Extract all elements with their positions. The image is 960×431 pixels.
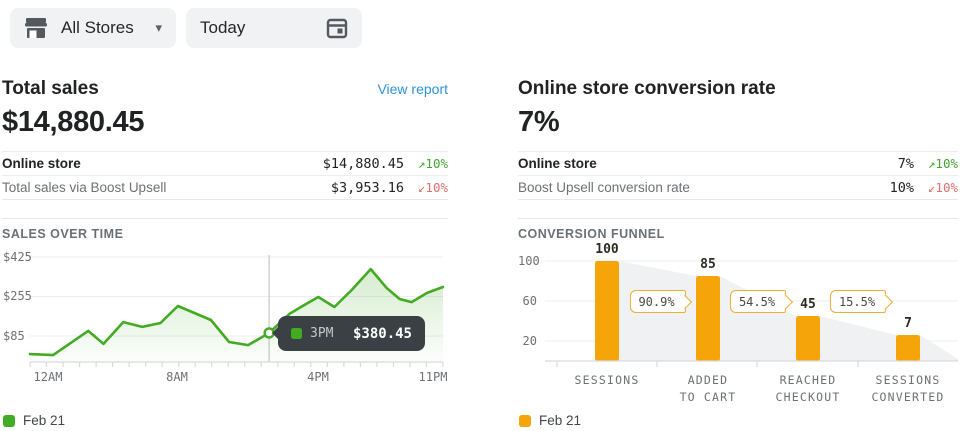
funnel-bar-value: 45 <box>800 297 816 312</box>
funnel-category-label: TO CART <box>680 390 737 404</box>
funnel-category-label: SESSIONS <box>575 373 640 387</box>
legend-label: Feb 21 <box>23 413 65 428</box>
metric-row: Boost Upsell conversion rate 10% ↙10% <box>518 175 958 199</box>
funnel-category-label: CHECKOUT <box>776 390 841 404</box>
funnel-chart-legend: Feb 21 <box>519 413 581 428</box>
metric-delta-up: ↗10% <box>914 156 958 171</box>
tooltip-series-swatch <box>291 328 302 339</box>
metric-value: $3,953.16 <box>331 180 404 196</box>
line-chart-svg <box>0 240 460 390</box>
funnel-percent-badge: 15.5% <box>830 290 886 313</box>
total-sales-value: $14,880.45 <box>2 106 144 139</box>
tooltip-time: 3PM <box>310 326 333 341</box>
x-axis-label: 4PM <box>307 370 329 384</box>
metric-value: 7% <box>898 156 914 172</box>
y-axis-label: $255 <box>3 289 32 303</box>
x-axis-label: 8AM <box>166 370 188 384</box>
metric-delta-down: ↙10% <box>914 180 958 195</box>
funnel-category-label: SESSIONS <box>876 373 941 387</box>
y-axis-label: $85 <box>3 329 25 343</box>
metric-value: $14,880.45 <box>323 156 404 172</box>
metric-label: Total sales via Boost Upsell <box>2 180 166 195</box>
chart-tooltip: 3PM $380.45 <box>278 316 425 351</box>
legend-label: Feb 21 <box>539 413 581 428</box>
y-axis-label: $425 <box>3 250 32 264</box>
legend-swatch-green <box>3 415 15 427</box>
x-axis-label: 11PM <box>419 370 448 384</box>
metric-label: Online store <box>2 156 81 171</box>
metric-label: Boost Upsell conversion rate <box>518 180 690 195</box>
metric-label: Online store <box>518 156 597 171</box>
view-report-link[interactable]: View report <box>377 81 448 97</box>
conversion-breakdown: Online store 7% ↗10% Boost Upsell conver… <box>518 151 958 200</box>
tooltip-tail <box>272 326 279 340</box>
funnel-chart-svg <box>518 240 960 390</box>
funnel-category-label: ADDED <box>688 373 729 387</box>
panel-title-total-sales: Total sales <box>2 78 99 100</box>
y-axis-label: 60 <box>518 294 537 308</box>
metric-value: 10% <box>890 180 914 196</box>
panel-title-conversion-rate: Online store conversion rate <box>518 78 776 100</box>
funnel-bar-value: 100 <box>595 242 618 257</box>
legend-swatch-orange <box>519 415 531 427</box>
sales-over-time-chart[interactable]: 3PM $380.45 Feb 21 $425 $255 $85 12AM 8AM 4PM… <box>0 240 460 431</box>
funnel-percent-badge: 54.5% <box>730 290 786 313</box>
funnel-category-label: REACHED <box>780 373 837 387</box>
section-title-conversion-funnel: CONVERSION FUNNEL <box>518 218 958 241</box>
section-title-sales-over-time: SALES OVER TIME <box>2 218 448 241</box>
y-axis-label: 100 <box>518 254 537 268</box>
tooltip-value: $380.45 <box>353 326 412 342</box>
total-sales-breakdown: Online store $14,880.45 ↗10% Total sales… <box>2 151 448 200</box>
line-chart-legend: Feb 21 <box>3 413 65 428</box>
conversion-funnel-chart[interactable]: Feb 21 100 60 20 100 SESSIONS 85 ADDED TO CART 4… <box>518 240 960 431</box>
funnel-bar-value: 7 <box>904 316 912 331</box>
x-axis-label: 12AM <box>34 370 63 384</box>
metric-delta-up: ↗10% <box>404 156 448 171</box>
funnel-bar-value: 85 <box>700 257 716 272</box>
conversion-rate-value: 7% <box>518 106 559 139</box>
metric-row: Online store 7% ↗10% <box>518 151 958 175</box>
metric-row: Total sales via Boost Upsell $3,953.16 ↙… <box>2 175 448 199</box>
y-axis-label: 20 <box>518 334 537 348</box>
metric-delta-down: ↙10% <box>404 180 448 195</box>
funnel-category-label: CONVERTED <box>871 390 944 404</box>
metric-row: Online store $14,880.45 ↗10% <box>2 151 448 175</box>
funnel-percent-badge: 90.9% <box>629 290 685 313</box>
